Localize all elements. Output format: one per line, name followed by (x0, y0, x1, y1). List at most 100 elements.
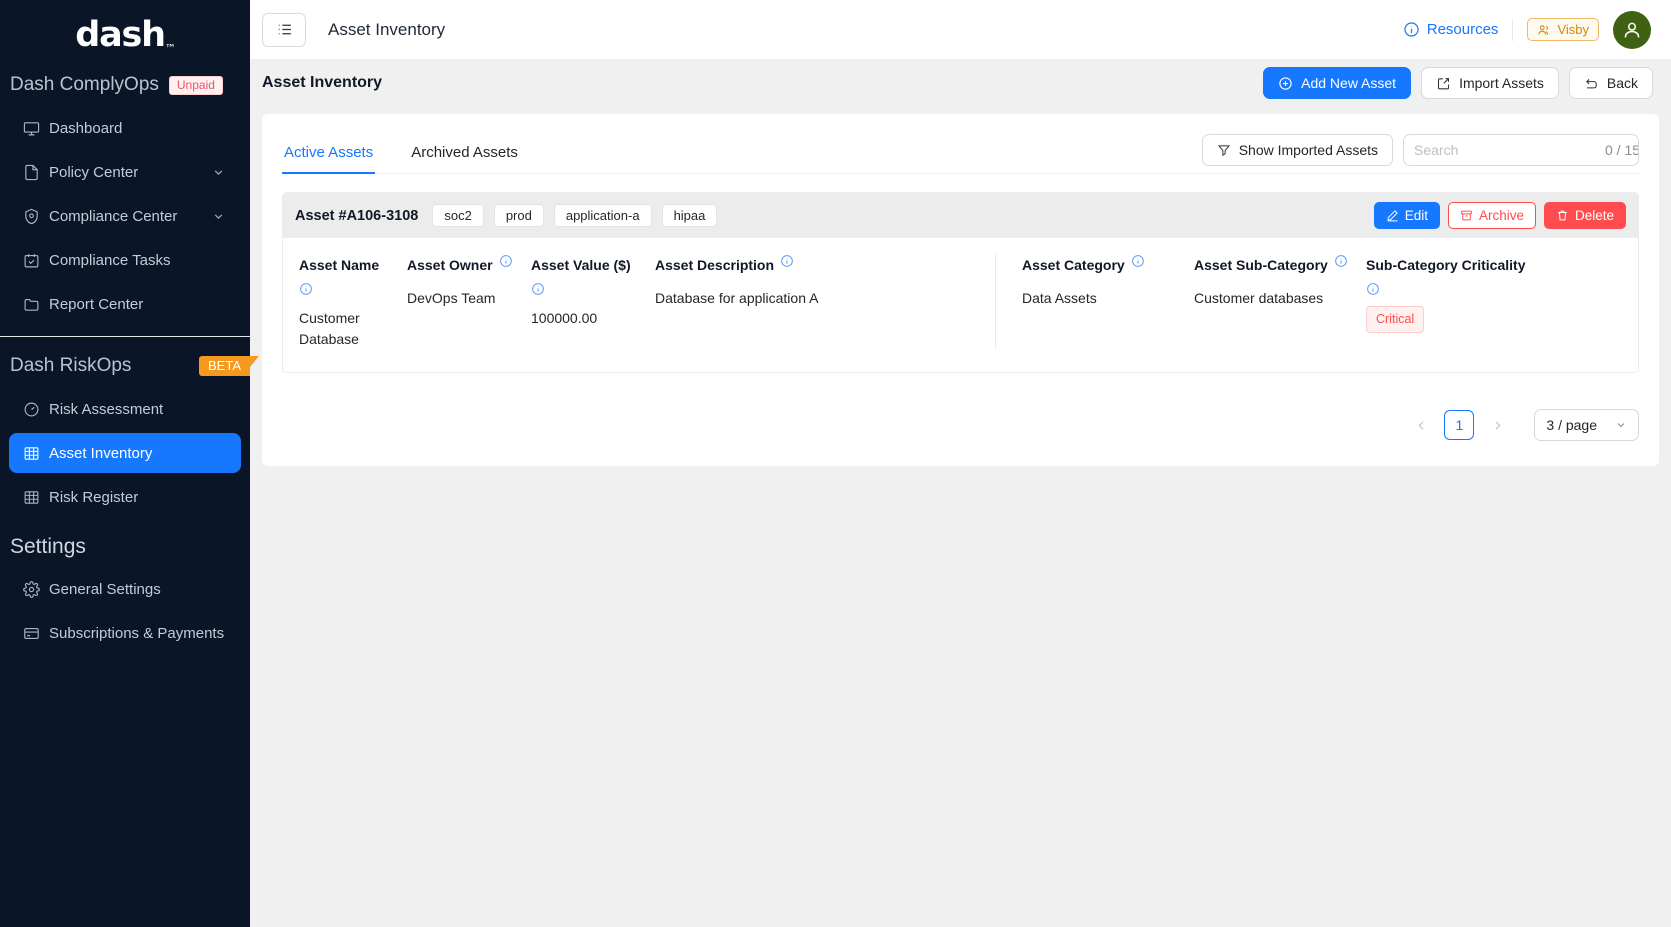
sidebar: dash™ Dash ComplyOps Unpaid Dashboard Po… (0, 0, 250, 927)
user-icon (1621, 19, 1643, 41)
page-size-select[interactable]: 3 / page (1534, 409, 1639, 441)
page-size-label: 3 / page (1546, 417, 1597, 433)
field-value: Database for application A (655, 288, 971, 309)
team-icon (1537, 23, 1551, 37)
search-input[interactable] (1404, 135, 1605, 165)
info-circle-icon[interactable] (1366, 282, 1380, 296)
toolbar: Show Imported Assets 0 / 15 (1202, 134, 1639, 166)
sidebar-item-label: Subscriptions & Payments (49, 625, 224, 642)
sidebar-item-label: Compliance Center (49, 208, 177, 225)
info-circle-icon[interactable] (299, 282, 313, 296)
back-arrow-icon (1584, 76, 1599, 91)
status-badge: Critical (1366, 306, 1424, 333)
pagination-prev-button[interactable] (1406, 410, 1436, 440)
org-badge[interactable]: Visby (1527, 18, 1599, 41)
avatar[interactable] (1613, 11, 1651, 49)
field-label: Asset Description (655, 254, 774, 276)
info-circle-icon (1403, 21, 1420, 38)
sidebar-item-policy-center[interactable]: Policy Center (9, 152, 241, 192)
chevron-down-icon (1615, 419, 1627, 431)
sidebar-item-label: Report Center (49, 296, 143, 313)
sidebar-item-dashboard[interactable]: Dashboard (9, 108, 241, 148)
button-label: Delete (1575, 208, 1614, 223)
sidebar-item-risk-register[interactable]: Risk Register (9, 477, 241, 517)
field-asset-value: Asset Value ($) 100000.00 (531, 254, 655, 350)
trash-icon (1556, 209, 1569, 222)
gauge-icon (23, 401, 49, 418)
asset-tag: application-a (554, 204, 652, 227)
button-label: Import Assets (1459, 75, 1544, 91)
sidebar-item-report-center[interactable]: Report Center (9, 284, 241, 324)
info-circle-icon[interactable] (1131, 254, 1145, 268)
pagination: 1 3 / page (282, 409, 1639, 441)
info-circle-icon[interactable] (1334, 254, 1348, 268)
brand-logo[interactable]: dash™ (0, 4, 250, 66)
field-sub-category-criticality: Sub-Category Criticality Critical (1366, 254, 1546, 350)
add-new-asset-button[interactable]: Add New Asset (1263, 67, 1411, 99)
sidebar-section-title: Dash RiskOps (10, 355, 131, 377)
sidebar-item-compliance-tasks[interactable]: Compliance Tasks (9, 240, 241, 280)
field-asset-category: Asset Category Data Assets (1022, 254, 1194, 350)
page-title-topbar: Asset Inventory (328, 20, 445, 40)
monitor-icon (23, 120, 49, 137)
back-button[interactable]: Back (1569, 67, 1653, 99)
info-circle-icon[interactable] (499, 254, 513, 268)
sidebar-toggle-button[interactable] (262, 13, 306, 47)
pagination-next-button[interactable] (1482, 410, 1512, 440)
asset-tag: hipaa (662, 204, 718, 227)
field-asset-owner: Asset Owner DevOps Team (407, 254, 531, 350)
sidebar-item-subscriptions-payments[interactable]: Subscriptions & Payments (9, 613, 241, 653)
sidebar-item-label: Policy Center (49, 164, 138, 181)
field-asset-description: Asset Description Database for applicati… (655, 254, 985, 350)
file-icon (23, 164, 49, 181)
chevron-down-icon[interactable] (212, 166, 225, 179)
asset-card-header: Asset #A106-3108 soc2 prod application-a… (283, 193, 1638, 238)
field-value: 100000.00 (531, 308, 641, 329)
archive-button[interactable]: Archive (1448, 202, 1536, 229)
plus-circle-icon (1278, 76, 1293, 91)
sidebar-item-label: General Settings (49, 581, 161, 598)
info-circle-icon[interactable] (780, 254, 794, 268)
column-divider (995, 254, 996, 350)
topbar-divider (1512, 19, 1513, 41)
asset-card: Asset #A106-3108 soc2 prod application-a… (282, 192, 1639, 373)
beta-badge: BETA (199, 356, 250, 376)
sidebar-item-label: Risk Register (49, 489, 138, 506)
resources-link[interactable]: Resources (1403, 21, 1499, 38)
logo-text: dash (75, 15, 165, 55)
pencil-icon (1386, 209, 1399, 222)
field-label: Asset Sub-Category (1194, 254, 1328, 276)
sidebar-item-label: Asset Inventory (49, 445, 152, 462)
sidebar-item-label: Compliance Tasks (49, 252, 170, 269)
chevron-down-icon[interactable] (212, 210, 225, 223)
field-label: Asset Value ($) (531, 254, 631, 276)
pagination-page-1[interactable]: 1 (1444, 410, 1474, 440)
sidebar-item-asset-inventory[interactable]: Asset Inventory (9, 433, 241, 473)
asset-actions: Edit Archive Delete (1374, 202, 1626, 229)
sidebar-item-compliance-center[interactable]: Compliance Center (9, 196, 241, 236)
page-actions: Add New Asset Import Assets Back (1263, 67, 1653, 99)
delete-button[interactable]: Delete (1544, 202, 1626, 229)
import-assets-button[interactable]: Import Assets (1421, 67, 1559, 99)
content-card: Active Assets Archived Assets Show Impor… (262, 114, 1659, 466)
top-bar: Asset Inventory Resources Visby (250, 0, 1671, 60)
field-asset-name: Asset Name Customer Database (283, 254, 407, 350)
edit-button[interactable]: Edit (1374, 202, 1440, 229)
asset-card-body: Asset Name Customer Database Asset Owner… (283, 238, 1638, 372)
button-label: Add New Asset (1301, 75, 1396, 91)
sidebar-item-label: Dashboard (49, 120, 122, 137)
shield-icon (23, 208, 49, 225)
sidebar-item-general-settings[interactable]: General Settings (9, 569, 241, 609)
sidebar-item-risk-assessment[interactable]: Risk Assessment (9, 389, 241, 429)
resources-label: Resources (1427, 21, 1499, 38)
page-header: Asset Inventory Add New Asset Import Ass… (250, 60, 1671, 106)
gear-icon (23, 581, 49, 598)
tab-active-assets[interactable]: Active Assets (282, 144, 375, 173)
info-circle-icon[interactable] (531, 282, 545, 296)
org-badge-label: Visby (1557, 22, 1589, 37)
tab-archived-assets[interactable]: Archived Assets (409, 144, 520, 173)
list-indent-icon (276, 21, 293, 38)
show-imported-assets-button[interactable]: Show Imported Assets (1202, 134, 1393, 166)
sidebar-item-label: Risk Assessment (49, 401, 163, 418)
field-label: Sub-Category Criticality (1366, 254, 1525, 276)
